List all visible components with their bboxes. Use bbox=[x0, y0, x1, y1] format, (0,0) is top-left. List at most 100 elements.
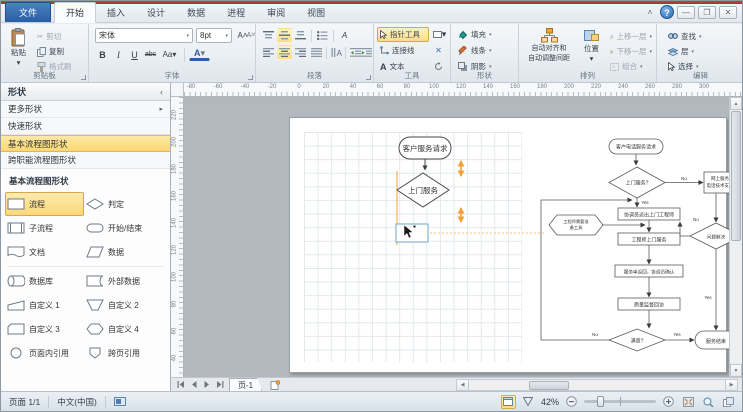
master-document[interactable]: 文档 bbox=[5, 240, 84, 264]
connection-point-tool-button[interactable]: ✕ bbox=[431, 43, 446, 58]
restore-button[interactable]: ❐ bbox=[698, 6, 716, 19]
minimize-ribbon-icon[interactable]: ˄ bbox=[643, 8, 657, 17]
horizontal-scrollbar[interactable]: ◀ ▶ bbox=[456, 379, 738, 391]
previous-page-button[interactable] bbox=[187, 379, 200, 391]
master-database[interactable]: 数据库 bbox=[5, 269, 84, 293]
clipboard-dialog-launcher[interactable] bbox=[81, 75, 86, 80]
horizontal-scroll-thumb[interactable] bbox=[529, 381, 569, 390]
align-top-button[interactable] bbox=[261, 28, 276, 43]
scroll-left-button[interactable]: ◀ bbox=[457, 380, 469, 390]
master-start-end[interactable]: 开始/结束 bbox=[84, 216, 163, 240]
align-middle-button[interactable] bbox=[277, 28, 292, 43]
collapse-panel-icon[interactable]: ‹ bbox=[160, 87, 163, 97]
next-page-button[interactable] bbox=[200, 379, 213, 391]
master-process[interactable]: 流程 bbox=[5, 192, 84, 216]
connector-tool-button[interactable]: 连接线 bbox=[377, 43, 429, 58]
vertical-scrollbar[interactable]: ▲ ▼ bbox=[729, 97, 742, 377]
zoom-window-button[interactable] bbox=[701, 395, 716, 409]
switch-windows-button[interactable] bbox=[721, 395, 736, 409]
master-custom-3[interactable]: 自定义 3 bbox=[5, 317, 84, 341]
rectangle-tool-button[interactable]: ▾ bbox=[431, 27, 448, 42]
master-custom-2[interactable]: 自定义 2 bbox=[84, 293, 163, 317]
cut-button[interactable]: ✂剪切 bbox=[34, 29, 64, 44]
tab-file[interactable]: 文件 bbox=[5, 2, 51, 22]
send-backward-button[interactable]: 下移一层▾ bbox=[607, 44, 655, 59]
italic-button[interactable]: I bbox=[111, 47, 126, 62]
shape-new-process[interactable] bbox=[396, 224, 428, 242]
zoom-slider-thumb[interactable] bbox=[597, 396, 604, 407]
zoom-in-button[interactable] bbox=[661, 395, 676, 409]
insert-page-button[interactable] bbox=[268, 379, 281, 391]
ruler-h-label: 20 bbox=[323, 84, 330, 90]
normal-view-button[interactable] bbox=[501, 395, 516, 409]
paragraph-dialog-launcher[interactable] bbox=[366, 75, 371, 80]
scroll-down-button[interactable]: ▼ bbox=[730, 364, 742, 377]
align-bottom-button[interactable] bbox=[293, 28, 308, 43]
fill-button[interactable]: 填充▾ bbox=[455, 27, 511, 42]
status-page-indicator[interactable]: 页面 1/1 bbox=[1, 396, 48, 408]
master-data[interactable]: 数据 bbox=[84, 240, 163, 264]
scroll-right-button[interactable]: ▶ bbox=[725, 380, 737, 390]
shrink-font-button[interactable]: A˅ bbox=[247, 28, 255, 43]
stencil-cross-functional[interactable]: 跨职能流程图形状 bbox=[1, 152, 170, 169]
tab-review[interactable]: 审阅 bbox=[256, 3, 296, 22]
align-left-button[interactable] bbox=[261, 45, 276, 60]
first-page-button[interactable] bbox=[174, 379, 187, 391]
character-spacing-button[interactable]: A bbox=[337, 28, 352, 43]
master-custom-1[interactable]: 自定义 1 bbox=[5, 293, 84, 317]
bring-forward-button[interactable]: 上移一层▾ bbox=[607, 29, 655, 44]
bold-button[interactable]: B bbox=[95, 47, 110, 62]
change-case-button[interactable]: Aa▾ bbox=[159, 47, 180, 62]
justify-button[interactable] bbox=[309, 45, 324, 60]
font-dialog-launcher[interactable] bbox=[248, 75, 253, 80]
paste-button[interactable]: 粘贴 ▾ bbox=[5, 27, 32, 75]
group-tools: 指针工具 连接线 A 文本 ▾ ✕ 工具 bbox=[374, 24, 451, 82]
status-macro-indicator[interactable] bbox=[106, 397, 134, 406]
copy-button[interactable]: 复制 bbox=[34, 44, 67, 59]
tab-view[interactable]: 视图 bbox=[296, 3, 336, 22]
zoom-out-button[interactable] bbox=[564, 395, 579, 409]
increase-indent-button[interactable] bbox=[360, 45, 373, 60]
underline-button[interactable]: U bbox=[127, 47, 142, 62]
font-size-combo[interactable]: 8pt▾ bbox=[196, 28, 232, 43]
tab-process[interactable]: 进程 bbox=[216, 3, 256, 22]
tab-design[interactable]: 设计 bbox=[136, 3, 176, 22]
more-shapes-item[interactable]: 更多形状 ▸ bbox=[1, 101, 170, 118]
master-subprocess[interactable]: 子流程 bbox=[5, 216, 84, 240]
master-on-page-reference[interactable]: 页面内引用 bbox=[5, 341, 84, 365]
tab-data[interactable]: 数据 bbox=[176, 3, 216, 22]
status-language[interactable]: 中文(中国) bbox=[49, 396, 105, 408]
fit-page-button[interactable] bbox=[681, 395, 696, 409]
align-center-button[interactable] bbox=[277, 45, 292, 60]
scroll-up-button[interactable]: ▲ bbox=[730, 97, 742, 110]
tab-insert[interactable]: 插入 bbox=[96, 3, 136, 22]
external-data-shape-icon bbox=[86, 275, 104, 287]
master-custom-4[interactable]: 自定义 4 bbox=[84, 317, 163, 341]
layers-button[interactable]: 层▾ bbox=[665, 44, 713, 59]
strikethrough-button[interactable]: abc bbox=[143, 47, 158, 62]
master-decision[interactable]: 判定 bbox=[84, 192, 163, 216]
line-button[interactable]: 线条▾ bbox=[455, 43, 511, 58]
last-page-button[interactable] bbox=[213, 379, 226, 391]
pointer-tool-button[interactable]: 指针工具 bbox=[377, 27, 429, 42]
stencil-basic-flowchart[interactable]: 基本流程图形状 bbox=[1, 135, 170, 152]
master-off-page-reference[interactable]: 跨页引用 bbox=[84, 341, 163, 365]
zoom-slider[interactable] bbox=[584, 400, 656, 403]
align-right-button[interactable] bbox=[293, 45, 308, 60]
tab-home[interactable]: 开始 bbox=[54, 2, 96, 23]
vertical-scroll-thumb[interactable] bbox=[731, 111, 741, 241]
zoom-level[interactable]: 42% bbox=[541, 397, 559, 407]
full-screen-view-button[interactable] bbox=[521, 395, 536, 409]
close-button[interactable]: ✕ bbox=[719, 6, 737, 19]
font-color-button[interactable]: A▾ bbox=[189, 47, 210, 61]
help-button[interactable]: ? bbox=[660, 5, 674, 19]
bullets-button[interactable] bbox=[315, 28, 330, 43]
minimize-button[interactable]: — bbox=[677, 6, 695, 19]
master-external-data[interactable]: 外部数据 bbox=[84, 269, 163, 293]
text-direction-button[interactable]: A bbox=[329, 45, 344, 60]
font-family-combo[interactable]: 宋体▾ bbox=[95, 28, 193, 43]
page-viewport[interactable]: 客户服务请求 上门服务 bbox=[184, 97, 742, 377]
page-tab[interactable]: 页-1 bbox=[229, 378, 262, 391]
quick-shapes-item[interactable]: 快速形状 bbox=[1, 118, 170, 135]
find-button[interactable]: 查找▾ bbox=[665, 29, 713, 44]
